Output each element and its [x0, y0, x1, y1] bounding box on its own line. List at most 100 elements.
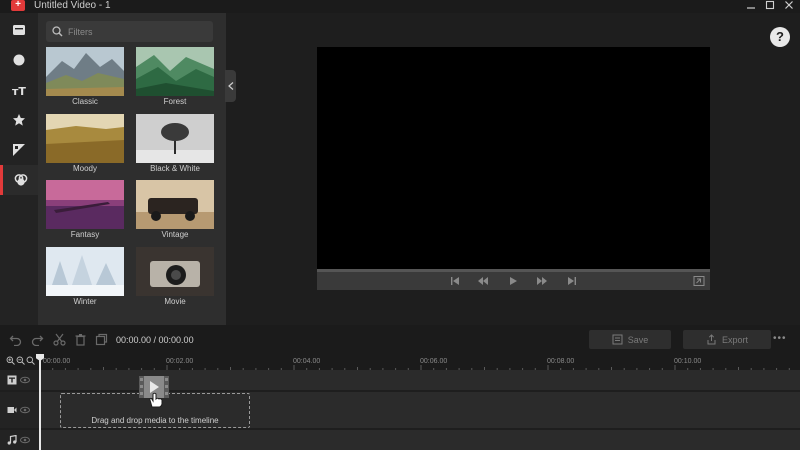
music-note-icon — [7, 435, 17, 445]
undo-button[interactable] — [9, 333, 22, 346]
filter-thumbnail — [136, 180, 214, 229]
filter-movie[interactable]: Movie — [136, 247, 214, 309]
filter-label: Forest — [163, 97, 187, 106]
zoom-fit-button[interactable] — [26, 356, 35, 365]
rail-item-text[interactable]: тT — [0, 75, 38, 105]
ruler-tick-label: 00:04.00 — [293, 358, 321, 365]
skip-start-icon — [451, 277, 459, 285]
filter-label: Moody — [72, 164, 97, 173]
filter-thumbnail — [46, 47, 124, 96]
eye-icon[interactable] — [20, 405, 30, 415]
maximize-button[interactable] — [763, 0, 777, 12]
trash-icon — [75, 334, 86, 346]
redo-button[interactable] — [31, 333, 44, 346]
fast-forward-icon — [537, 277, 547, 285]
export-button-label: Export — [721, 334, 748, 345]
zoom-fit-icon — [26, 356, 35, 365]
filters-search-input[interactable] — [68, 24, 208, 39]
collapse-panel-button[interactable] — [225, 70, 236, 102]
edit-toolbar: 00:00.00 / 00:00.00 Save Export ••• — [0, 325, 800, 354]
duplicate-button[interactable] — [95, 333, 108, 346]
filter-vintage[interactable]: Vintage — [136, 180, 214, 242]
timeline-ruler[interactable]: 00:00.00 00:02.00 00:04.00 00:06.00 00:0… — [0, 354, 800, 370]
filter-thumbnail — [46, 247, 124, 296]
close-button[interactable] — [782, 0, 796, 12]
filter-label: Black & White — [150, 164, 200, 173]
svg-text:тT: тT — [12, 85, 26, 97]
filter-classic[interactable]: Classic — [46, 47, 124, 109]
filters-panel: Classic Forest — [38, 13, 226, 325]
app-window: + Untitled Video - 1 тT Filters Classic … — [0, 0, 800, 450]
play-button[interactable] — [507, 276, 519, 286]
chevron-left-icon — [227, 82, 233, 90]
delete-button[interactable] — [74, 333, 87, 346]
window-title: Untitled Video - 1 — [34, 0, 111, 11]
zoom-in-button[interactable] — [6, 356, 15, 365]
filter-moody[interactable]: Moody — [46, 114, 124, 176]
save-button[interactable]: Save — [589, 330, 671, 349]
title-bar: + Untitled Video - 1 — [0, 0, 800, 13]
fullscreen-icon — [693, 276, 705, 286]
filter-fantasy[interactable]: Fantasy — [46, 180, 124, 242]
drag-media-icon — [138, 374, 172, 408]
zoom-out-icon — [16, 356, 25, 365]
duplicate-icon — [95, 333, 108, 346]
playhead[interactable] — [39, 354, 41, 450]
zoom-in-icon — [6, 356, 15, 365]
video-track-header — [0, 392, 39, 428]
media-icon — [13, 25, 25, 35]
ruler-tick-label: 00:02.00 — [166, 358, 194, 365]
fullscreen-button[interactable] — [693, 276, 705, 286]
save-button-label: Save — [627, 334, 649, 345]
zoom-out-button[interactable] — [16, 356, 25, 365]
filter-black-and-white[interactable]: Black & White — [136, 114, 214, 176]
minimize-button[interactable] — [744, 0, 758, 12]
rail-item-media[interactable] — [0, 15, 38, 45]
audio-track[interactable] — [40, 430, 800, 450]
filter-winter[interactable]: Winter — [46, 247, 124, 309]
filter-thumbnail — [46, 114, 124, 163]
rewind-icon — [478, 277, 488, 285]
redo-icon — [31, 335, 44, 346]
rail-item-effects[interactable] — [0, 105, 38, 135]
skip-end-icon — [568, 277, 576, 285]
rail-item-filters[interactable] — [0, 165, 38, 195]
effects-icon — [13, 114, 25, 126]
more-options-button[interactable]: ••• — [773, 333, 787, 344]
rail-item-transitions[interactable] — [0, 135, 38, 165]
filter-forest[interactable]: Forest — [136, 47, 214, 109]
scissors-icon — [53, 333, 66, 346]
split-button[interactable] — [53, 333, 66, 346]
filter-thumbnail — [136, 47, 214, 96]
rewind-button[interactable] — [477, 276, 489, 286]
text-track-icon — [7, 375, 17, 385]
search-icon — [52, 26, 63, 37]
ruler-tick-label: 00:00.00 — [43, 358, 71, 365]
preview-screen — [317, 47, 710, 269]
text-icon: тT — [12, 85, 26, 97]
rail-item-audio[interactable] — [0, 45, 38, 75]
skip-end-button[interactable] — [566, 276, 578, 286]
app-logo-icon: + — [11, 0, 25, 11]
help-button[interactable]: ? — [770, 27, 790, 47]
filters-icon — [14, 174, 27, 186]
skip-start-button[interactable] — [449, 276, 461, 286]
fast-forward-button[interactable] — [536, 276, 548, 286]
save-icon — [612, 334, 623, 345]
ruler-tick-label: 00:08.00 — [547, 358, 575, 365]
filter-thumbnail — [46, 180, 124, 229]
filter-thumbnail — [136, 247, 214, 296]
filter-label: Winter — [73, 297, 97, 306]
undo-icon — [9, 335, 22, 346]
filter-thumbnail — [136, 114, 214, 163]
transitions-icon — [13, 144, 25, 156]
filter-label: Classic — [72, 97, 98, 106]
export-button[interactable]: Export — [683, 330, 771, 349]
filters-search — [46, 21, 213, 42]
export-icon — [707, 334, 716, 345]
ruler-tick-label: 00:06.00 — [420, 358, 448, 365]
video-track-icon — [7, 407, 17, 413]
play-icon — [510, 277, 517, 285]
eye-icon[interactable] — [20, 375, 30, 385]
eye-icon[interactable] — [20, 435, 30, 445]
